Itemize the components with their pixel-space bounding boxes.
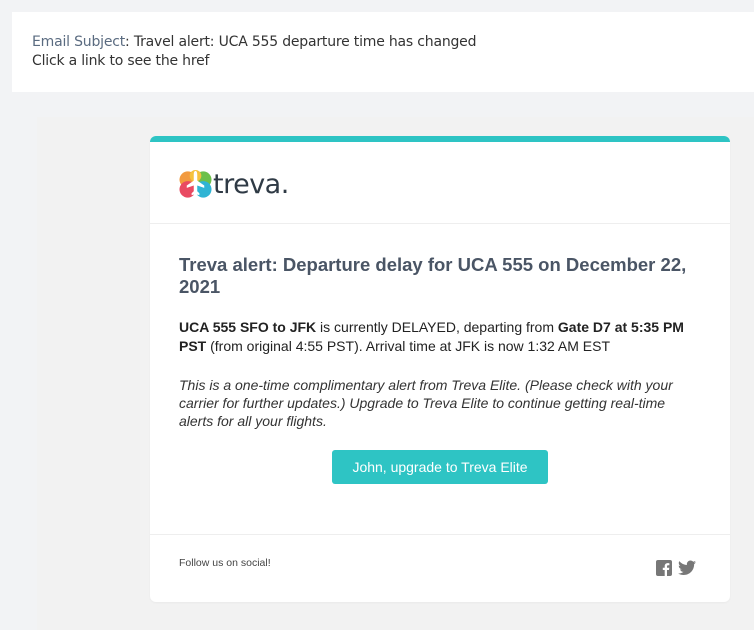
link-hint-text: Click a link to see the href bbox=[32, 53, 210, 69]
airplane-logo-icon bbox=[179, 169, 212, 198]
flight-details: UCA 555 SFO to JFK is currently DELAYED,… bbox=[179, 318, 699, 356]
card-footer: Follow us on social! bbox=[150, 534, 730, 602]
status-text: is currently DELAYED, departing from bbox=[316, 319, 558, 335]
original-time-text: (from original 4:55 PST). Arrival time a… bbox=[206, 338, 611, 354]
email-card: treva. Treva alert: Departure delay for … bbox=[150, 136, 730, 602]
treva-logo[interactable]: treva. bbox=[179, 168, 289, 201]
social-links bbox=[656, 560, 696, 576]
twitter-icon[interactable] bbox=[678, 560, 696, 576]
upgrade-button[interactable]: John, upgrade to Treva Elite bbox=[332, 450, 548, 484]
email-content: Treva alert: Departure delay for UCA 555… bbox=[150, 224, 730, 484]
brand-name: treva. bbox=[213, 169, 289, 200]
logo-row: treva. bbox=[150, 142, 730, 224]
email-subject-label: Email Subject bbox=[32, 34, 126, 50]
promo-text: This is a one-time complimentary alert f… bbox=[179, 377, 673, 429]
email-subject-value: Travel alert: UCA 555 departure time has… bbox=[133, 34, 477, 50]
flight-route: UCA 555 SFO to JFK bbox=[179, 319, 317, 335]
alert-title: Treva alert: Departure delay for UCA 555… bbox=[179, 254, 687, 297]
cta-wrapper: John, upgrade to Treva Elite bbox=[179, 450, 701, 484]
follow-text: Follow us on social! bbox=[179, 557, 271, 569]
email-subject-line: Email Subject: Travel alert: UCA 555 dep… bbox=[32, 34, 477, 50]
facebook-icon[interactable] bbox=[656, 560, 672, 576]
email-header-panel: Email Subject: Travel alert: UCA 555 dep… bbox=[12, 12, 754, 92]
email-preview-area: treva. Treva alert: Departure delay for … bbox=[37, 117, 754, 630]
